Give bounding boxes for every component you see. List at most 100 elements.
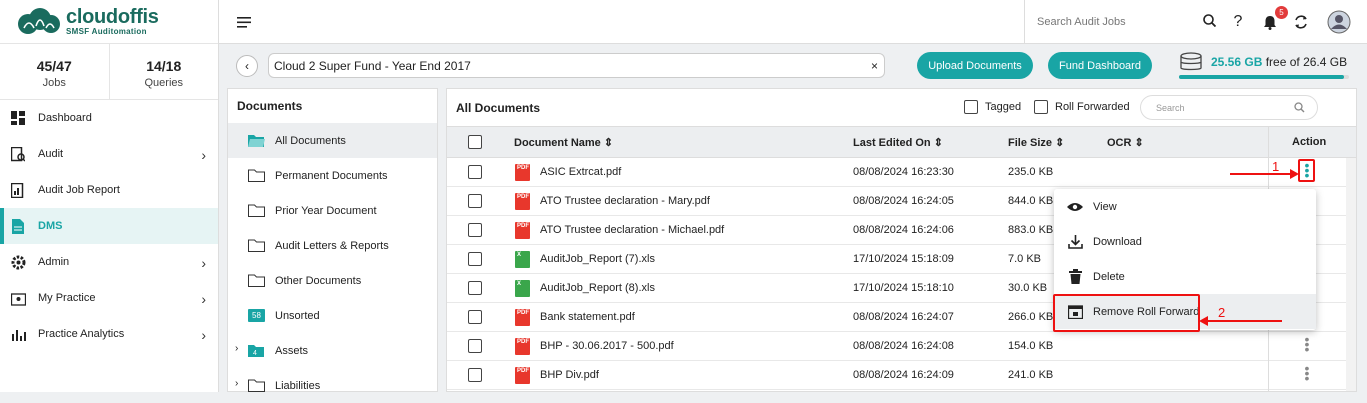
row-checkbox[interactable] [468,281,482,295]
expand-icon[interactable]: › [235,343,238,354]
sync-icon[interactable] [1291,12,1311,32]
folder-liabilities[interactable]: › Liabilities [228,368,437,403]
chevron-right-icon: › [201,291,206,307]
dashboard-icon [10,110,26,126]
nav-item-dms[interactable]: DMS [0,208,218,244]
document-name[interactable]: Bank statement.pdf [540,311,635,323]
sort-icon: ⇕ [1055,137,1065,149]
bell-icon[interactable]: 5 [1260,6,1288,32]
chevron-right-icon: › [201,147,206,163]
row-checkbox[interactable] [468,223,482,237]
column-ocr[interactable]: OCR ⇕ [1107,136,1144,149]
last-edited: 17/10/2024 15:18:09 [853,253,954,265]
upload-documents-button[interactable]: Upload Documents [917,52,1033,79]
fund-path-input[interactable]: Cloud 2 Super Fund - Year End 2017 × [268,53,885,78]
last-edited: 08/08/2024 16:24:08 [853,340,954,352]
folder-permanent-documents[interactable]: Permanent Documents [228,158,437,193]
audit-icon [10,146,26,162]
tagged-checkbox[interactable] [964,100,978,114]
table-row[interactable]: PDF BHP Div.pdf 08/08/2024 16:24:09 241.0 K… [447,361,1356,390]
nav-item-dashboard[interactable]: Dashboard [0,100,218,136]
user-avatar[interactable] [1327,10,1351,34]
table-row[interactable]: PDF ASIC Extrcat.pdf 08/08/2024 16:23:30 23… [447,158,1356,187]
menu-icon [237,16,251,28]
excel-file-icon: X [515,251,530,268]
file-size: 883.0 KB [1008,224,1054,236]
document-name[interactable]: ATO Trustee declaration - Mary.pdf [540,195,710,207]
document-search-input[interactable]: Search [1140,95,1318,120]
gear-icon [10,254,26,270]
audit-job-search-input[interactable]: Search Audit Jobs [1024,0,1224,44]
logo[interactable]: cloudoffis SMSF Auditomation [0,0,218,44]
sidebar: cloudoffis SMSF Auditomation 45/47 Jobs … [0,0,219,392]
clear-icon[interactable]: × [871,59,878,73]
hamburger-menu-button[interactable] [231,10,257,34]
column-document-name[interactable]: Document Name ⇕ [514,136,613,149]
table-row[interactable]: PDF BHP - 30.06.2017 - 500.pdf 08/08/2024 … [447,332,1356,361]
search-icon[interactable] [1203,14,1217,30]
document-icon [10,218,26,234]
document-name[interactable]: ASIC Extrcat.pdf [540,166,621,178]
table-scrollbar[interactable] [1346,158,1356,391]
stats-panel: 45/47 Jobs 14/18 Queries [0,44,218,100]
menu-item-delete[interactable]: Delete [1054,259,1316,294]
nav-item-audit[interactable]: Audit › [0,136,218,172]
queries-stat[interactable]: 14/18 Queries [108,44,219,99]
document-name[interactable]: BHP Div.pdf [540,369,599,381]
last-edited: 17/10/2024 15:18:10 [853,282,954,294]
folder-other-documents[interactable]: Other Documents [228,263,437,298]
row-checkbox[interactable] [468,368,482,382]
nav-label: Admin [38,256,70,268]
menu-item-view[interactable]: View [1054,189,1316,224]
jobs-stat[interactable]: 45/47 Jobs [0,44,109,99]
document-name[interactable]: ATO Trustee declaration - Michael.pdf [540,224,724,236]
folder-all-documents[interactable]: All Documents [228,123,437,158]
sort-icon: ⇕ [1134,137,1144,149]
row-checkbox[interactable] [468,310,482,324]
roll-forwarded-checkbox[interactable] [1034,100,1048,114]
document-name[interactable]: AuditJob_Report (8).xls [540,282,655,294]
menu-item-download[interactable]: Download [1054,224,1316,259]
expand-icon[interactable]: › [235,378,238,389]
more-actions-icon[interactable]: • • • [1302,361,1312,385]
folder-audit-letters-reports[interactable]: Audit Letters & Reports [228,228,437,263]
folder-label: All Documents [275,134,346,147]
storage-total: free of 26.4 GB [1262,55,1348,69]
folder-label: Assets [275,344,309,357]
document-name[interactable]: AuditJob_Report (7).xls [540,253,655,265]
file-size: 7.0 KB [1008,253,1042,265]
nav-item-audit-job-report[interactable]: Audit Job Report [0,172,218,208]
folder-prior-year-document[interactable]: Prior Year Document [228,193,437,228]
document-name[interactable]: BHP - 30.06.2017 - 500.pdf [540,340,674,352]
folder-label: Unsorted [275,309,320,322]
excel-file-icon: X [515,280,530,297]
row-checkbox[interactable] [468,165,482,179]
tagged-filter[interactable]: Tagged [964,100,1021,114]
select-all-checkbox[interactable] [468,135,482,149]
nav-item-admin[interactable]: Admin › [0,244,218,280]
folder-label: Prior Year Document [275,204,377,217]
row-checkbox[interactable] [468,194,482,208]
folder-assets[interactable]: › 4 Assets [228,333,437,368]
folder-count-icon: 58 [248,309,265,322]
nav-item-practice-analytics[interactable]: Practice Analytics › [0,316,218,352]
folder-icon [248,274,265,287]
column-action: Action [1292,136,1327,148]
help-icon[interactable]: ? [1228,12,1248,32]
search-placeholder: Search Audit Jobs [1037,16,1126,28]
row-checkbox[interactable] [468,252,482,266]
file-size: 844.0 KB [1008,195,1054,207]
roll-forwarded-filter[interactable]: Roll Forwarded [1034,100,1130,114]
column-last-edited[interactable]: Last Edited On ⇕ [853,136,943,149]
folder-unsorted[interactable]: 58 Unsorted [228,298,437,333]
report-icon [10,182,26,198]
more-actions-icon[interactable]: • • • [1302,332,1312,356]
notification-badge: 5 [1275,6,1288,19]
back-button[interactable]: ‹ [236,55,258,77]
folder-icon: 4 [248,344,265,357]
fund-dashboard-button[interactable]: Fund Dashboard [1048,52,1152,79]
column-label: Document Name [514,137,601,149]
column-file-size[interactable]: File Size ⇕ [1008,136,1064,149]
row-checkbox[interactable] [468,339,482,353]
nav-item-my-practice[interactable]: My Practice › [0,280,218,316]
